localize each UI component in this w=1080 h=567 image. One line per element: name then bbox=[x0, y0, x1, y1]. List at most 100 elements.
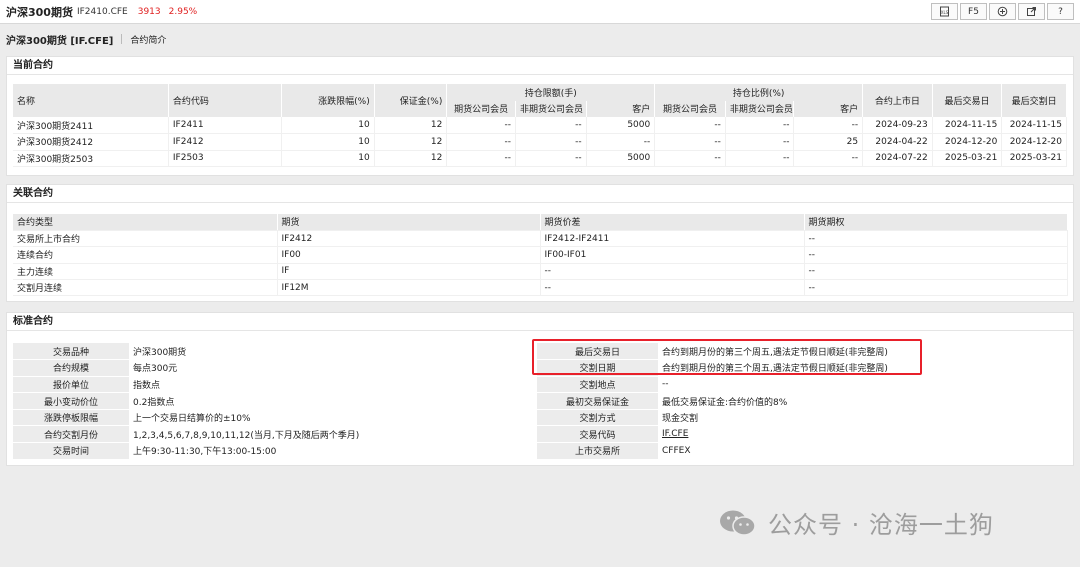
cell-name: 沪深300期货2411 bbox=[13, 117, 169, 134]
col-header-type: 合约类型 bbox=[13, 214, 278, 231]
cell-value: 25 bbox=[793, 133, 864, 151]
cell-options: -- bbox=[804, 246, 1068, 264]
col-header-list-date: 合约上市日 bbox=[862, 84, 933, 117]
cell-value: -- bbox=[654, 133, 726, 151]
field-value: -- bbox=[658, 376, 1067, 394]
col-header-futures: 期货 bbox=[277, 214, 541, 231]
cell-futures[interactable]: IF bbox=[277, 263, 541, 281]
col-header-options: 期货期权 bbox=[804, 214, 1068, 231]
cell-futures[interactable]: IF12M bbox=[277, 279, 541, 297]
cell-date: 2024-12-20 bbox=[1001, 133, 1067, 151]
col-header-last-trade: 最后交易日 bbox=[932, 84, 1003, 117]
table-row: 交易时间 上午9:30-11:30,下午13:00-15:00 上市交易所 CF… bbox=[13, 442, 1067, 460]
cell-date: 2024-04-22 bbox=[862, 133, 933, 151]
cell-value: -- bbox=[725, 133, 795, 151]
cell-margin: 12 bbox=[374, 150, 448, 167]
cell-value: -- bbox=[654, 117, 726, 134]
col-header-code: 合约代码 bbox=[168, 84, 282, 117]
field-value: 上一个交易日结算价的±10% bbox=[129, 409, 537, 427]
cell-date: 2024-11-15 bbox=[1001, 117, 1067, 134]
cell-spread[interactable]: IF2412-IF2411 bbox=[540, 230, 805, 248]
tab-contract-intro[interactable]: 合约简介 bbox=[130, 33, 166, 46]
field-label: 交割地点 bbox=[537, 376, 658, 394]
trade-code-link[interactable]: IF.CFE bbox=[658, 425, 1067, 444]
cell-date: 2024-07-22 bbox=[862, 150, 933, 167]
cell-date: 2025-03-21 bbox=[932, 150, 1003, 167]
field-label: 合约规模 bbox=[13, 359, 129, 377]
add-icon[interactable] bbox=[989, 3, 1016, 20]
cell-limit: 10 bbox=[281, 133, 375, 151]
cell-options: -- bbox=[804, 263, 1068, 281]
current-contracts-panel: 当前合约 名称 合约代码 涨跌限幅(%) 保证金(%) 持仓限额(手) 持仓比例… bbox=[6, 56, 1074, 176]
refresh-f5-button[interactable]: F5 bbox=[960, 3, 987, 20]
table-row[interactable]: 连续合约 IF00 IF00-IF01 -- bbox=[13, 246, 1068, 264]
cell-value: -- bbox=[725, 150, 795, 167]
table-row[interactable]: 主力连续 IF -- -- bbox=[13, 263, 1068, 281]
last-price: 3913 bbox=[137, 6, 161, 17]
security-name: 沪深300期货 bbox=[6, 5, 73, 19]
field-label: 交易品种 bbox=[13, 343, 129, 361]
current-contracts-table: 名称 合约代码 涨跌限幅(%) 保证金(%) 持仓限额(手) 持仓比例(%) 合… bbox=[13, 84, 1067, 167]
cell-type: 交割月连续 bbox=[13, 279, 278, 297]
cell-date: 2025-03-21 bbox=[1001, 150, 1067, 167]
table-row[interactable]: 交易所上市合约 IF2412 IF2412-IF2411 -- bbox=[13, 230, 1068, 248]
col-header-last-delivery: 最后交割日 bbox=[1001, 84, 1067, 117]
cell-limit: 10 bbox=[281, 117, 375, 134]
table-row: 涨跌停板限幅 上一个交易日结算价的±10% 交割方式 现金交割 bbox=[13, 409, 1067, 427]
field-label: 最初交易保证金 bbox=[537, 392, 658, 410]
field-label: 交易代码 bbox=[537, 425, 658, 444]
table-row: 报价单位 指数点 交割地点 -- bbox=[13, 376, 1067, 394]
col-header-limit: 涨跌限幅(%) bbox=[281, 84, 375, 117]
toolbar: XLS F5 ? bbox=[929, 3, 1074, 20]
field-label: 交易时间 bbox=[13, 442, 129, 460]
table-row[interactable]: 沪深300期货2503 IF2503 10 12 -- -- 5000 -- -… bbox=[13, 150, 1067, 167]
cell-code: IF2411 bbox=[168, 117, 282, 134]
related-contracts-panel: 关联合约 合约类型 期货 期货价差 期货期权 交易所上市合约 IF2412 IF… bbox=[6, 184, 1074, 302]
cell-futures[interactable]: IF2412 bbox=[277, 230, 541, 248]
cell-value: 5000 bbox=[586, 150, 656, 167]
table-row[interactable]: 沪深300期货2411 IF2411 10 12 -- -- 5000 -- -… bbox=[13, 117, 1067, 134]
col-header-fut-member: 期货公司会员 bbox=[654, 100, 726, 117]
cell-code: IF2412 bbox=[168, 133, 282, 151]
col-header-non-fut-member: 非期货公司会员 bbox=[725, 100, 795, 117]
open-external-icon[interactable] bbox=[1018, 3, 1045, 20]
subheader: 沪深300期货 [IF.CFE] 合约简介 bbox=[0, 30, 1080, 48]
section-title: 标准合约 bbox=[7, 313, 1073, 331]
standard-contract-panel: 标准合约 交易品种 沪深300期货 最后交易日 合约到期月份的第三个周五,遇法定… bbox=[6, 312, 1074, 466]
section-title: 当前合约 bbox=[7, 57, 1073, 75]
table-row[interactable]: 交割月连续 IF12M -- -- bbox=[13, 279, 1068, 297]
title-bar: 沪深300期货 IF2410.CFE 3913 2.95% XLS F5 ? bbox=[0, 0, 1080, 24]
cell-options: -- bbox=[804, 279, 1068, 297]
related-contracts-table: 合约类型 期货 期货价差 期货期权 交易所上市合约 IF2412 IF2412-… bbox=[13, 214, 1068, 297]
table-row: 合约交割月份 1,2,3,4,5,6,7,8,9,10,11,12(当月,下月及… bbox=[13, 425, 1067, 444]
field-label: 最小变动价位 bbox=[13, 392, 129, 410]
security-code: IF2410.CFE bbox=[76, 6, 128, 17]
cell-futures[interactable]: IF00 bbox=[277, 246, 541, 264]
cell-value: -- bbox=[515, 150, 587, 167]
col-header-client: 客户 bbox=[586, 100, 656, 117]
field-label: 合约交割月份 bbox=[13, 425, 129, 444]
cell-margin: 12 bbox=[374, 117, 448, 134]
cell-spread[interactable]: IF00-IF01 bbox=[540, 246, 805, 264]
field-label: 上市交易所 bbox=[537, 442, 658, 460]
field-label: 交割方式 bbox=[537, 409, 658, 427]
table-row[interactable]: 沪深300期货2412 IF2412 10 12 -- -- -- -- -- … bbox=[13, 133, 1067, 151]
cell-name: 沪深300期货2503 bbox=[13, 150, 169, 167]
change-percent: 2.95% bbox=[168, 6, 198, 17]
export-icon[interactable]: XLS bbox=[931, 3, 958, 20]
cell-value: -- bbox=[446, 117, 516, 134]
cell-name: 沪深300期货2412 bbox=[13, 133, 169, 151]
cell-type: 主力连续 bbox=[13, 263, 278, 281]
col-header-non-fut-member: 非期货公司会员 bbox=[515, 100, 587, 117]
cell-margin: 12 bbox=[374, 133, 448, 151]
cell-spread: -- bbox=[540, 279, 805, 297]
field-value: 沪深300期货 bbox=[129, 343, 537, 361]
section-title: 关联合约 bbox=[7, 185, 1073, 203]
divider bbox=[121, 34, 123, 44]
col-header-spread: 期货价差 bbox=[540, 214, 805, 231]
cell-spread: -- bbox=[540, 263, 805, 281]
help-button[interactable]: ? bbox=[1047, 3, 1074, 20]
wechat-icon bbox=[718, 508, 758, 538]
field-value: 最低交易保证金:合约价值的8% bbox=[658, 392, 1067, 410]
highlight-box bbox=[532, 339, 922, 375]
